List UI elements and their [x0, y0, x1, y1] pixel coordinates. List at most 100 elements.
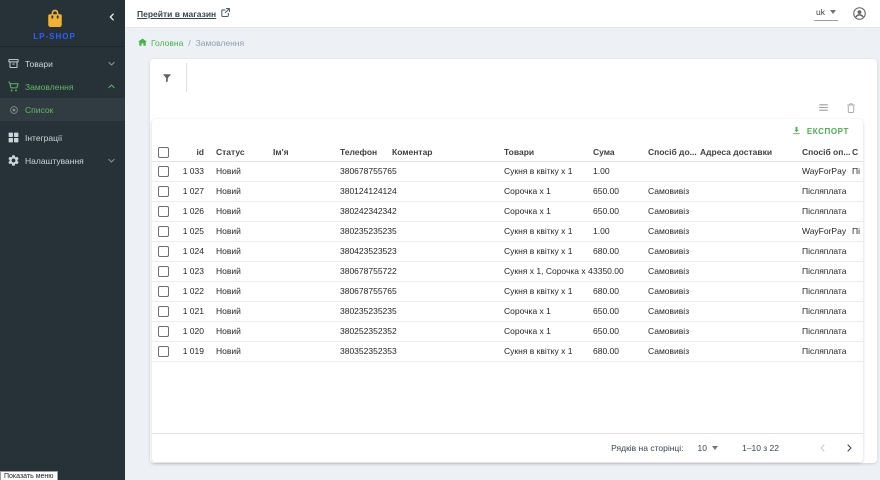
cell-comment: [386, 161, 498, 181]
column-header-phone[interactable]: Телефон: [334, 144, 386, 161]
cell-payment: Післяплата: [796, 321, 846, 341]
cell-status: Новий: [210, 341, 267, 361]
next-page-button[interactable]: [843, 442, 855, 454]
column-header-delivery[interactable]: Спосіб до...: [642, 144, 694, 161]
row-checkbox[interactable]: [158, 186, 169, 197]
cell-pay_status: Пі: [846, 221, 863, 241]
cell-id: 1 020: [176, 321, 210, 341]
row-checkbox[interactable]: [158, 246, 169, 257]
cell-pay_status: [846, 181, 863, 201]
rows-per-page-label: Рядків на сторінці:: [611, 443, 683, 453]
cell-sum: 650.00: [587, 321, 642, 341]
table-row[interactable]: 1 020Новий380252352352Сорочка x 1650.00С…: [152, 321, 863, 341]
column-header-address[interactable]: Адреса доставки: [694, 144, 796, 161]
cell-id: 1 027: [176, 181, 210, 201]
cell-comment: [386, 241, 498, 261]
box-icon: [4, 57, 23, 70]
cell-delivery: Самовивіз: [642, 301, 694, 321]
cell-name: [267, 321, 334, 341]
rows-per-page-select[interactable]: 10: [698, 443, 718, 453]
cell-id: 1 022: [176, 281, 210, 301]
language-value: uk: [816, 7, 825, 17]
radio-dot-icon: [4, 105, 23, 115]
column-header-id[interactable]: id: [176, 144, 210, 161]
cell-name: [267, 341, 334, 361]
table-row[interactable]: 1 024Новий380423523523Сукня в квітку x 1…: [152, 241, 863, 261]
row-checkbox[interactable]: [158, 286, 169, 297]
cell-name: [267, 221, 334, 241]
view-list-icon[interactable]: [817, 101, 830, 114]
sidebar-collapse-button[interactable]: [107, 9, 117, 19]
account-icon[interactable]: [852, 6, 867, 21]
table-row[interactable]: 1 027Новий380124124124Сорочка x 1650.00С…: [152, 181, 863, 201]
table-row[interactable]: 1 023Новий380678755722Сукня x 1, Сорочка…: [152, 261, 863, 281]
gear-icon: [4, 154, 23, 167]
row-checkbox[interactable]: [158, 166, 169, 177]
column-header-products[interactable]: Товари: [498, 144, 587, 161]
sidebar-item-integrations[interactable]: Інтеграції: [0, 126, 125, 149]
trash-icon[interactable]: [845, 102, 857, 114]
cell-delivery: Самовивіз: [642, 201, 694, 221]
table-row[interactable]: 1 019Новий380352352353Сукня в квітку x 1…: [152, 341, 863, 361]
breadcrumb-home-link[interactable]: Головна: [137, 37, 183, 50]
cell-address: [694, 341, 796, 361]
table-row[interactable]: 1 033Новий380678755765Сукня в квітку x 1…: [152, 161, 863, 181]
filter-bar: [150, 59, 877, 96]
cell-pay_status: [846, 321, 863, 341]
column-header-comment[interactable]: Коментар: [386, 144, 498, 161]
breadcrumb-separator: /: [188, 38, 190, 48]
sidebar-item-label: Налаштування: [25, 156, 107, 166]
cell-comment: [386, 261, 498, 281]
language-select[interactable]: uk: [814, 7, 838, 21]
shopping-bag-logo-icon: [46, 15, 64, 32]
filter-icon[interactable]: [161, 72, 173, 84]
orders-table: idСтатусІм'яТелефонКоментарТовариСумаСпо…: [152, 144, 863, 362]
column-header-name[interactable]: Ім'я: [267, 144, 334, 161]
sidebar-item-list[interactable]: Список: [0, 98, 125, 121]
orders-table-wrap: idСтатусІм'яТелефонКоментарТовариСумаСпо…: [152, 144, 863, 362]
table-row[interactable]: 1 021Новий380235235235Сорочка x 1650.00С…: [152, 301, 863, 321]
table-row[interactable]: 1 026Новий380242342342Сорочка x 1650.00С…: [152, 201, 863, 221]
cell-sum: 680.00: [587, 341, 642, 361]
sidebar-item-settings[interactable]: Налаштування: [0, 149, 125, 172]
cell-pay_status: [846, 341, 863, 361]
cell-sum: 1.00: [587, 221, 642, 241]
cell-payment: Післяплата: [796, 241, 846, 261]
cell-products: Сукня в квітку x 1: [498, 281, 587, 301]
cell-sum: 3350.00: [587, 261, 642, 281]
cell-phone: 380423523523: [334, 241, 386, 261]
cell-phone: 380352352353: [334, 341, 386, 361]
sidebar-item-orders[interactable]: Замовлення: [0, 75, 125, 98]
row-checkbox[interactable]: [158, 326, 169, 337]
column-header-status[interactable]: Статус: [210, 144, 267, 161]
sidebar-item-products[interactable]: Товари: [0, 52, 125, 75]
column-header-sum[interactable]: Сума: [587, 144, 642, 161]
export-button[interactable]: ЕКСПОРТ: [791, 125, 849, 138]
table-row[interactable]: 1 025Новий380235235235Сукня в квітку x 1…: [152, 221, 863, 241]
cell-name: [267, 241, 334, 261]
orders-panel: ЕКСПОРТ idСтатусІм'яТелефонКоментарТовар…: [150, 59, 877, 463]
row-checkbox[interactable]: [158, 206, 169, 217]
go-to-shop-link[interactable]: Перейти в магазин: [137, 7, 231, 20]
sidebar-header: LP-SHOP: [0, 0, 125, 47]
cell-name: [267, 261, 334, 281]
cell-status: Новий: [210, 281, 267, 301]
cell-address: [694, 241, 796, 261]
cell-status: Новий: [210, 241, 267, 261]
select-all-checkbox[interactable]: [158, 147, 169, 158]
sidebar-item-label: Інтеграції: [25, 133, 116, 143]
cell-phone: 380678755765: [334, 161, 386, 181]
cell-comment: [386, 201, 498, 221]
row-checkbox[interactable]: [158, 266, 169, 277]
row-checkbox[interactable]: [158, 306, 169, 317]
cell-products: Сукня в квітку x 1: [498, 221, 587, 241]
table-row[interactable]: 1 022Новий380678755765Сукня в квітку x 1…: [152, 281, 863, 301]
column-header-payment[interactable]: Спосіб оп...: [796, 144, 846, 161]
row-checkbox[interactable]: [158, 226, 169, 237]
cell-pay_status: [846, 281, 863, 301]
cell-products: Сукня в квітку x 1: [498, 241, 587, 261]
cell-address: [694, 201, 796, 221]
prev-page-button[interactable]: [817, 442, 829, 454]
row-checkbox[interactable]: [158, 346, 169, 357]
cell-comment: [386, 301, 498, 321]
